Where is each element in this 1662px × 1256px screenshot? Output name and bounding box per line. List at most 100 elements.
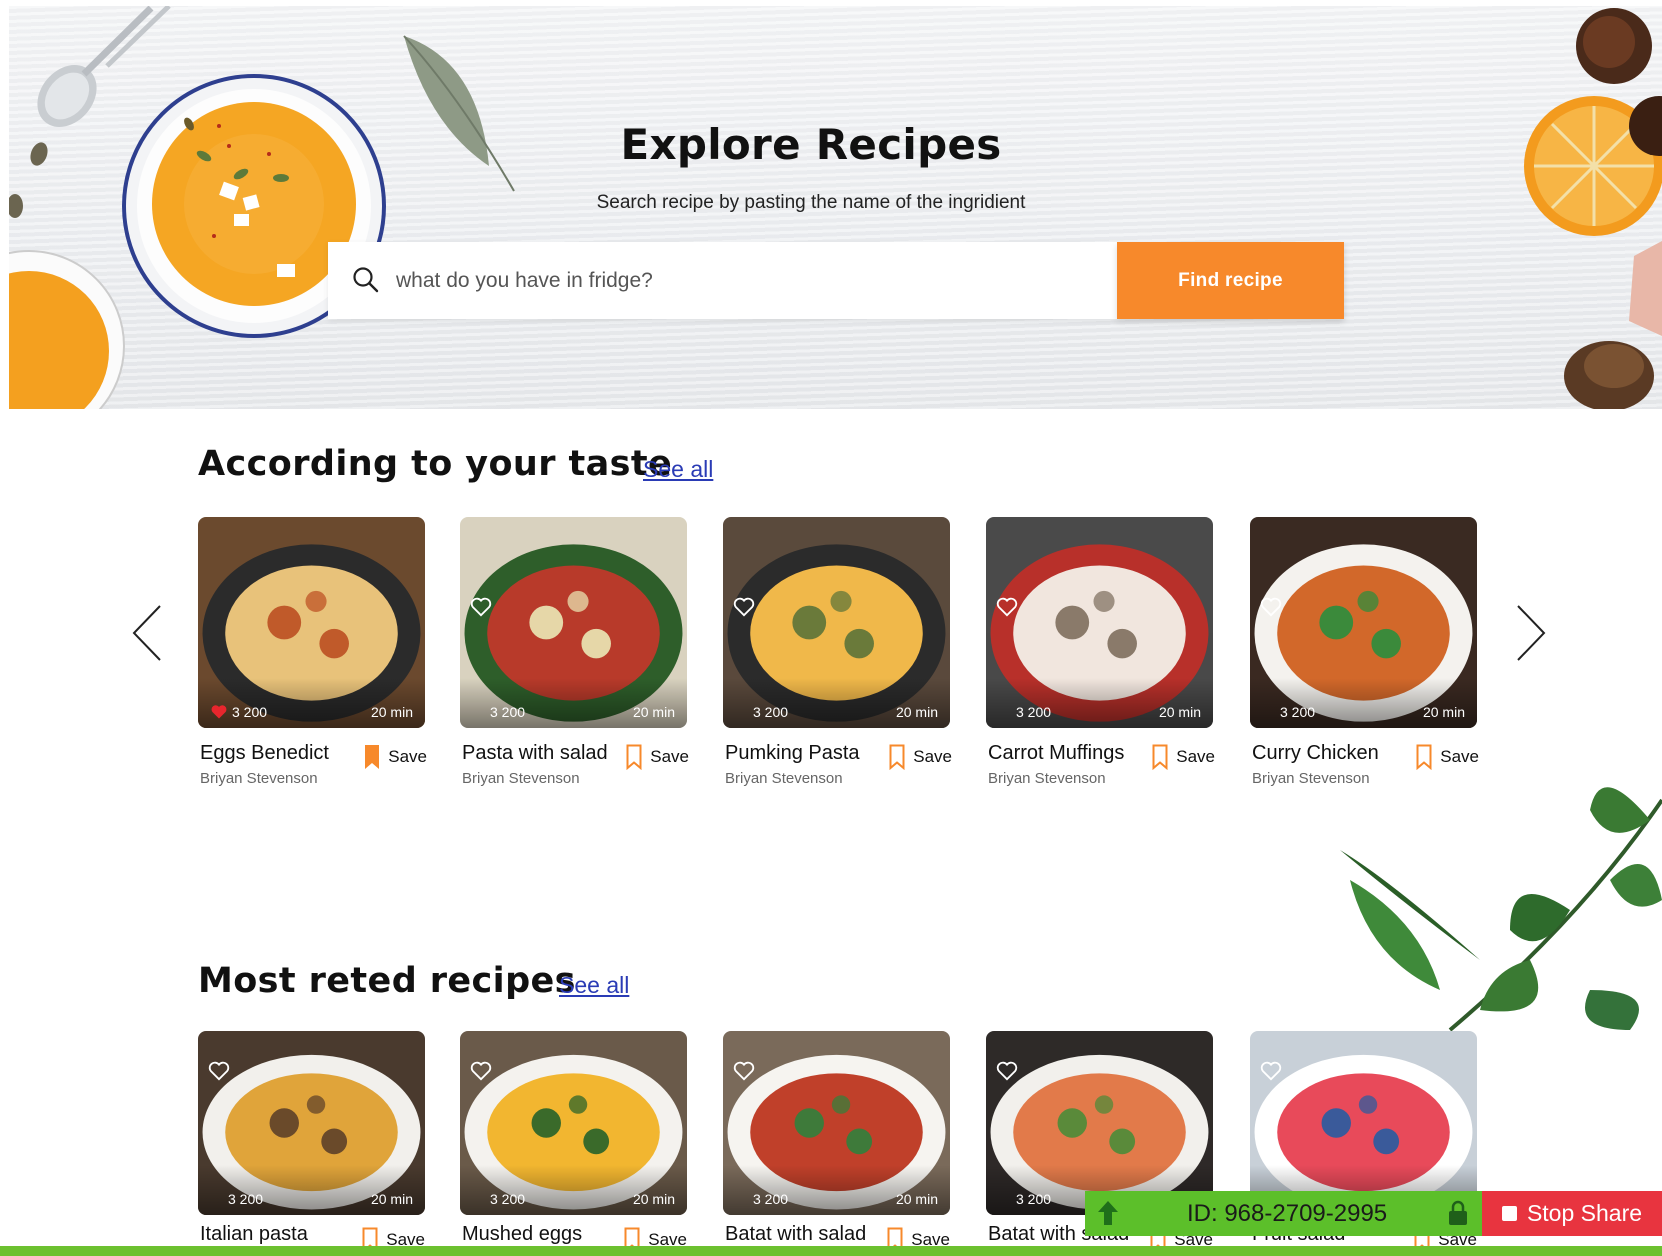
carousel-next-arrow-icon[interactable]	[1512, 603, 1548, 663]
recipe-title[interactable]: Pumking Pasta	[725, 742, 860, 765]
search-input[interactable]	[396, 242, 1096, 319]
see-all-taste-link[interactable]: See all	[643, 456, 713, 483]
carousel-prev-arrow-icon[interactable]	[130, 603, 166, 663]
cook-time: 20 min	[632, 704, 675, 720]
recipe-card[interactable]: 3 200 20 min Pasta with salad Briyan Ste…	[460, 517, 689, 802]
page-subtitle: Search recipe by pasting the name of the…	[596, 192, 1026, 213]
likes-count: 3 200	[753, 704, 788, 720]
image-overlay	[460, 678, 687, 728]
likes-count: 3 200	[1016, 704, 1051, 720]
see-all-most-rated-link[interactable]: See all	[559, 972, 629, 999]
recipe-title[interactable]: Batat with salad	[725, 1223, 866, 1246]
save-label: Save	[388, 747, 427, 766]
recipe-card[interactable]: 3 200 20 min Batat with salad Save	[723, 1031, 950, 1256]
likes-count-text: 3 200	[490, 704, 526, 720]
heart-outline-icon[interactable]	[208, 1061, 230, 1081]
recipe-title[interactable]: Pasta with salad	[462, 742, 608, 765]
save-label: Save	[1440, 747, 1479, 766]
recipe-author: Briyan Stevenson	[725, 770, 843, 787]
likes-count: 3 200	[490, 704, 525, 720]
lock-icon	[1449, 1200, 1467, 1225]
image-overlay	[198, 678, 425, 728]
likes-count-text: 3 200	[753, 1191, 789, 1207]
recipe-image[interactable]: 3 200 20 min	[723, 517, 950, 728]
recipe-author: Briyan Stevenson	[1252, 770, 1370, 787]
cook-time: 20 min	[370, 1191, 413, 1207]
recipe-title[interactable]: Italian pasta	[200, 1223, 308, 1246]
save-button[interactable]: Save	[889, 744, 952, 770]
save-label: Save	[1176, 747, 1215, 766]
heart-outline-icon[interactable]	[733, 597, 755, 617]
likes-count-text: 3 200	[1016, 704, 1052, 720]
recipe-image[interactable]: 3 200 20 min	[723, 1031, 950, 1215]
cook-time: 20 min	[895, 704, 938, 720]
likes-count: 3 200	[210, 704, 267, 720]
cook-time: 20 min	[1422, 704, 1465, 720]
bookmark-outline-icon	[626, 744, 642, 770]
likes-count: 3 200	[228, 1191, 263, 1207]
save-button[interactable]: Save	[1152, 744, 1215, 770]
save-label: Save	[650, 747, 689, 766]
find-recipe-button[interactable]: Find recipe	[1117, 242, 1344, 319]
section-title-most-rated: Most reted recipes	[198, 961, 576, 1001]
recipe-author: Briyan Stevenson	[462, 770, 580, 787]
heart-outline-icon[interactable]	[996, 1061, 1018, 1081]
save-button[interactable]: Save	[1416, 744, 1479, 770]
search-icon	[353, 267, 379, 293]
recipe-image[interactable]: 3 200 20 min	[198, 1031, 425, 1215]
heart-outline-icon[interactable]	[733, 1061, 755, 1081]
heart-outline-icon[interactable]	[1260, 597, 1282, 617]
recipe-card[interactable]: 3 200 20 min Mushed eggs Save	[460, 1031, 687, 1256]
cook-time: 20 min	[370, 704, 413, 720]
recipe-card[interactable]: 3 200 20 min Carrot Muffings Briyan Stev…	[986, 517, 1215, 802]
page-title: Explore Recipes	[620, 120, 1002, 169]
recipe-image[interactable]: 3 200 20 min	[1250, 517, 1477, 728]
recipe-card[interactable]: 3 200 20 min Curry Chicken Briyan Steven…	[1250, 517, 1479, 802]
heart-outline-icon[interactable]	[1260, 1061, 1282, 1081]
heart-outline-icon[interactable]	[470, 597, 492, 617]
recipe-title[interactable]: Carrot Muffings	[988, 742, 1124, 765]
image-overlay	[460, 1165, 687, 1215]
bowl-image	[9, 250, 125, 409]
heart-outline-icon[interactable]	[470, 1061, 492, 1081]
likes-count-text: 3 200	[228, 1191, 264, 1207]
cook-time: 20 min	[895, 1191, 938, 1207]
heart-filled-icon[interactable]	[210, 704, 228, 720]
recipe-card[interactable]: 3 200 20 min Eggs Benedict Briyan Steven…	[198, 517, 427, 802]
recipe-card[interactable]: 3 200 20 min Pumking Pasta Briyan Steven…	[723, 517, 952, 802]
image-overlay	[198, 1165, 425, 1215]
upload-arrow-icon[interactable]	[1095, 1199, 1121, 1227]
stop-share-button[interactable]: Stop Share	[1482, 1191, 1662, 1236]
left-edge	[0, 0, 9, 1256]
save-button[interactable]: Save	[626, 744, 689, 770]
recipe-image[interactable]: 3 200 20 min	[1250, 1031, 1477, 1215]
hero-banner: Explore Recipes Search recipe by pasting…	[9, 6, 1662, 409]
likes-count: 3 200	[1280, 704, 1315, 720]
recipe-image[interactable]: 3 200 20 min	[986, 1031, 1213, 1215]
recipe-card[interactable]: 3 200 20 min Italian pasta Save	[198, 1031, 425, 1256]
heart-outline-icon[interactable]	[996, 597, 1018, 617]
recipe-author: Briyan Stevenson	[988, 770, 1106, 787]
spoon-image	[37, 6, 171, 127]
recipe-image[interactable]: 3 200 20 min	[198, 517, 425, 728]
cook-time: 20 min	[1158, 704, 1201, 720]
recipe-image[interactable]: 3 200 20 min	[986, 517, 1213, 728]
image-overlay	[1250, 678, 1477, 728]
image-overlay	[723, 1165, 950, 1215]
save-button[interactable]: Save	[364, 744, 427, 770]
search-box	[328, 242, 1118, 319]
image-overlay	[723, 678, 950, 728]
recipe-title[interactable]: Eggs Benedict	[200, 742, 329, 765]
recipe-image[interactable]: 3 200 20 min	[460, 1031, 687, 1215]
recipe-title[interactable]: Curry Chicken	[1252, 742, 1379, 765]
stop-share-label: Stop Share	[1526, 1200, 1643, 1226]
meeting-id: ID: 968-2709-2995	[1187, 1200, 1388, 1227]
likes-count-text: 3 200	[1280, 704, 1316, 720]
recipe-title[interactable]: Mushed eggs	[462, 1223, 582, 1246]
cook-time: 20 min	[632, 1191, 675, 1207]
likes-count: 3 200	[1016, 1191, 1051, 1207]
likes-count-text: 3 200	[753, 704, 789, 720]
recipe-image[interactable]: 3 200 20 min	[460, 517, 687, 728]
bookmark-filled-icon	[365, 745, 380, 769]
screen-share-bar: ID: 968-2709-2995	[1085, 1191, 1485, 1236]
